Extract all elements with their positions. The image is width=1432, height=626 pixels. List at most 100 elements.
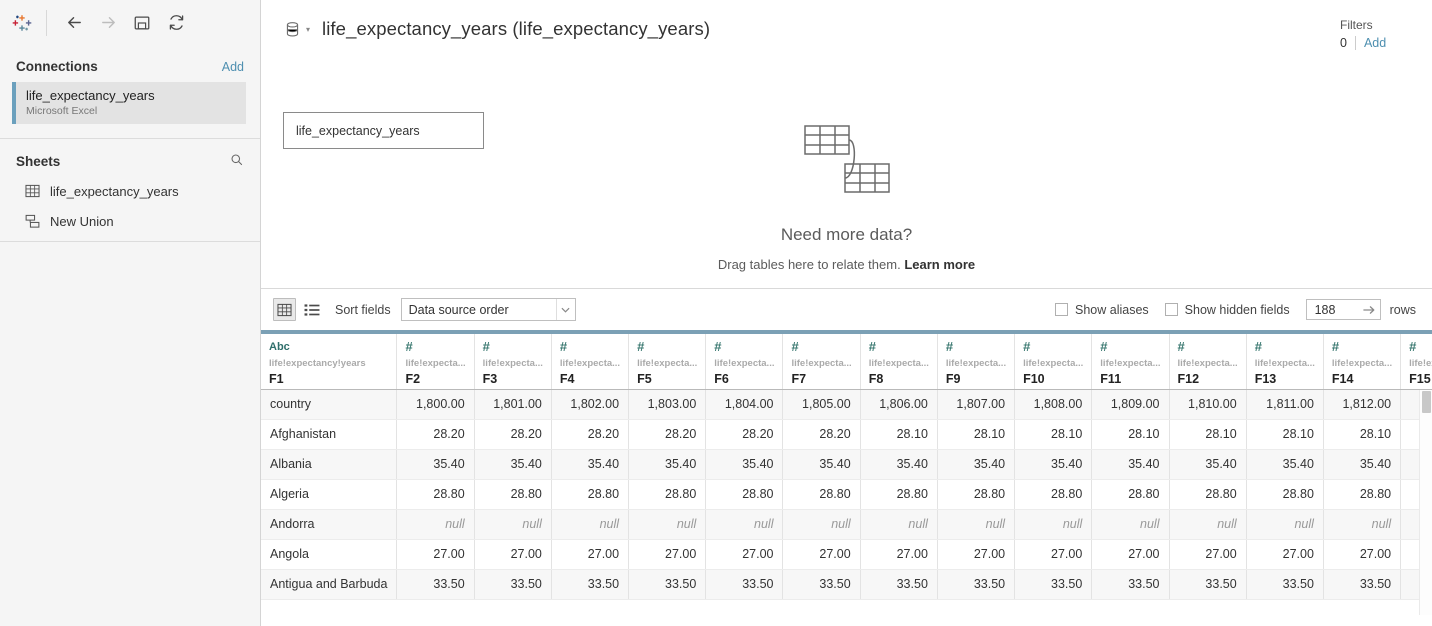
column-header-f14[interactable]: #life!expecta...F14 bbox=[1323, 334, 1400, 389]
table-cell[interactable]: 35.40 bbox=[860, 449, 937, 479]
table-cell[interactable]: Antigua and Barbuda bbox=[261, 569, 397, 599]
back-arrow-icon[interactable] bbox=[57, 8, 91, 38]
table-cell[interactable]: 35.40 bbox=[1323, 449, 1400, 479]
column-header-f12[interactable]: #life!expecta...F12 bbox=[1169, 334, 1246, 389]
table-cell[interactable]: 1,804.00 bbox=[706, 389, 783, 419]
table-cell[interactable]: 1,803.00 bbox=[629, 389, 706, 419]
table-cell[interactable]: 28.10 bbox=[1015, 419, 1092, 449]
table-cell[interactable]: 28.80 bbox=[1323, 479, 1400, 509]
vertical-scrollbar[interactable] bbox=[1419, 390, 1432, 615]
table-cell[interactable]: 33.50 bbox=[629, 569, 706, 599]
checkbox-box[interactable] bbox=[1165, 303, 1178, 316]
table-cell[interactable]: 27.00 bbox=[551, 539, 628, 569]
table-cell[interactable]: 1,809.00 bbox=[1092, 389, 1169, 419]
table-cell[interactable]: 33.50 bbox=[551, 569, 628, 599]
table-cell[interactable]: 28.10 bbox=[1169, 419, 1246, 449]
table-cell[interactable]: 28.80 bbox=[629, 479, 706, 509]
table-cell[interactable]: 35.40 bbox=[937, 449, 1014, 479]
table-cell[interactable]: 28.20 bbox=[706, 419, 783, 449]
table-cell[interactable]: 35.40 bbox=[1092, 449, 1169, 479]
table-cell[interactable]: null bbox=[397, 509, 474, 539]
table-cell[interactable]: Albania bbox=[261, 449, 397, 479]
add-filter-button[interactable]: Add bbox=[1364, 36, 1386, 50]
table-row[interactable]: Albania35.4035.4035.4035.4035.4035.4035.… bbox=[261, 449, 1432, 479]
table-cell[interactable]: 28.80 bbox=[1015, 479, 1092, 509]
table-cell[interactable]: 27.00 bbox=[937, 539, 1014, 569]
rows-count-input[interactable]: 188 bbox=[1306, 299, 1381, 320]
sidebar-item-new-union[interactable]: New Union bbox=[0, 206, 260, 236]
table-cell[interactable]: 1,810.00 bbox=[1169, 389, 1246, 419]
table-cell[interactable]: null bbox=[474, 509, 551, 539]
show-hidden-fields-checkbox[interactable]: Show hidden fields bbox=[1165, 303, 1290, 317]
column-header-f6[interactable]: #life!expecta...F6 bbox=[706, 334, 783, 389]
sort-fields-select[interactable]: Data source order bbox=[401, 298, 576, 321]
table-cell[interactable]: 33.50 bbox=[783, 569, 860, 599]
table-cell[interactable]: 27.00 bbox=[860, 539, 937, 569]
table-cell[interactable]: 33.50 bbox=[474, 569, 551, 599]
table-row[interactable]: Algeria28.8028.8028.8028.8028.8028.8028.… bbox=[261, 479, 1432, 509]
table-cell[interactable]: 28.80 bbox=[397, 479, 474, 509]
table-cell[interactable]: 33.50 bbox=[1015, 569, 1092, 599]
table-cell[interactable]: 33.50 bbox=[1246, 569, 1323, 599]
table-cell[interactable]: 28.20 bbox=[397, 419, 474, 449]
tableau-logo[interactable] bbox=[8, 9, 36, 37]
table-cell[interactable]: 35.40 bbox=[629, 449, 706, 479]
table-cell[interactable]: 28.10 bbox=[1092, 419, 1169, 449]
table-cell[interactable]: 28.20 bbox=[783, 419, 860, 449]
table-cell[interactable]: 33.50 bbox=[1323, 569, 1400, 599]
table-cell[interactable]: 28.80 bbox=[474, 479, 551, 509]
add-connection-button[interactable]: Add bbox=[222, 60, 244, 74]
column-header-f8[interactable]: #life!expecta...F8 bbox=[860, 334, 937, 389]
table-cell[interactable]: 35.40 bbox=[783, 449, 860, 479]
grid-view-icon[interactable] bbox=[273, 298, 296, 321]
table-cell[interactable]: 33.50 bbox=[937, 569, 1014, 599]
table-cell[interactable]: 1,805.00 bbox=[783, 389, 860, 419]
table-cell[interactable]: null bbox=[706, 509, 783, 539]
table-cell[interactable]: null bbox=[1323, 509, 1400, 539]
table-row[interactable]: Afghanistan28.2028.2028.2028.2028.2028.2… bbox=[261, 419, 1432, 449]
table-cell[interactable]: 35.40 bbox=[397, 449, 474, 479]
learn-more-link[interactable]: Learn more bbox=[904, 257, 975, 272]
table-cell[interactable]: 1,806.00 bbox=[860, 389, 937, 419]
table-cell[interactable]: 35.40 bbox=[706, 449, 783, 479]
table-cell[interactable]: 28.80 bbox=[706, 479, 783, 509]
table-cell[interactable]: 28.10 bbox=[860, 419, 937, 449]
table-cell[interactable]: 33.50 bbox=[860, 569, 937, 599]
table-row[interactable]: Antigua and Barbuda33.5033.5033.5033.503… bbox=[261, 569, 1432, 599]
table-cell[interactable]: 28.10 bbox=[1323, 419, 1400, 449]
table-cell[interactable]: 27.00 bbox=[1015, 539, 1092, 569]
column-header-f5[interactable]: #life!expecta...F5 bbox=[629, 334, 706, 389]
table-cell[interactable]: 33.50 bbox=[1169, 569, 1246, 599]
column-header-f15[interactable]: #life!expecta...F15 bbox=[1401, 334, 1432, 389]
table-cell[interactable]: 28.80 bbox=[1246, 479, 1323, 509]
list-view-icon[interactable] bbox=[300, 298, 323, 321]
chevron-down-icon[interactable]: ▾ bbox=[306, 25, 310, 34]
table-cell[interactable]: 1,801.00 bbox=[474, 389, 551, 419]
data-grid[interactable]: Abclife!expectancy!yearsF1#life!expecta.… bbox=[261, 330, 1432, 615]
table-cell[interactable]: 27.00 bbox=[1323, 539, 1400, 569]
table-row[interactable]: country1,800.001,801.001,802.001,803.001… bbox=[261, 389, 1432, 419]
table-cell[interactable]: 27.00 bbox=[1246, 539, 1323, 569]
table-cell[interactable]: 27.00 bbox=[706, 539, 783, 569]
table-cell[interactable]: 28.10 bbox=[937, 419, 1014, 449]
table-cell[interactable]: 1,812.00 bbox=[1323, 389, 1400, 419]
table-cell[interactable]: 33.50 bbox=[1092, 569, 1169, 599]
column-header-f2[interactable]: #life!expecta...F2 bbox=[397, 334, 474, 389]
table-cell[interactable]: 28.80 bbox=[551, 479, 628, 509]
table-cell[interactable]: 27.00 bbox=[629, 539, 706, 569]
column-header-f3[interactable]: #life!expecta...F3 bbox=[474, 334, 551, 389]
table-cell[interactable]: null bbox=[1092, 509, 1169, 539]
forward-arrow-icon[interactable] bbox=[91, 8, 125, 38]
table-cell[interactable]: 28.20 bbox=[474, 419, 551, 449]
table-cell[interactable]: 27.00 bbox=[1092, 539, 1169, 569]
column-header-f13[interactable]: #life!expecta...F13 bbox=[1246, 334, 1323, 389]
table-cell[interactable]: 35.40 bbox=[1246, 449, 1323, 479]
table-cell[interactable]: 28.80 bbox=[783, 479, 860, 509]
table-cell[interactable]: 28.80 bbox=[1169, 479, 1246, 509]
sidebar-item-sheet-life-expectancy-years[interactable]: life_expectancy_years bbox=[0, 176, 260, 206]
column-header-f4[interactable]: #life!expecta...F4 bbox=[551, 334, 628, 389]
table-cell[interactable]: 1,800.00 bbox=[397, 389, 474, 419]
table-cell[interactable]: 33.50 bbox=[397, 569, 474, 599]
show-aliases-checkbox[interactable]: Show aliases bbox=[1055, 303, 1149, 317]
table-cell[interactable]: Andorra bbox=[261, 509, 397, 539]
